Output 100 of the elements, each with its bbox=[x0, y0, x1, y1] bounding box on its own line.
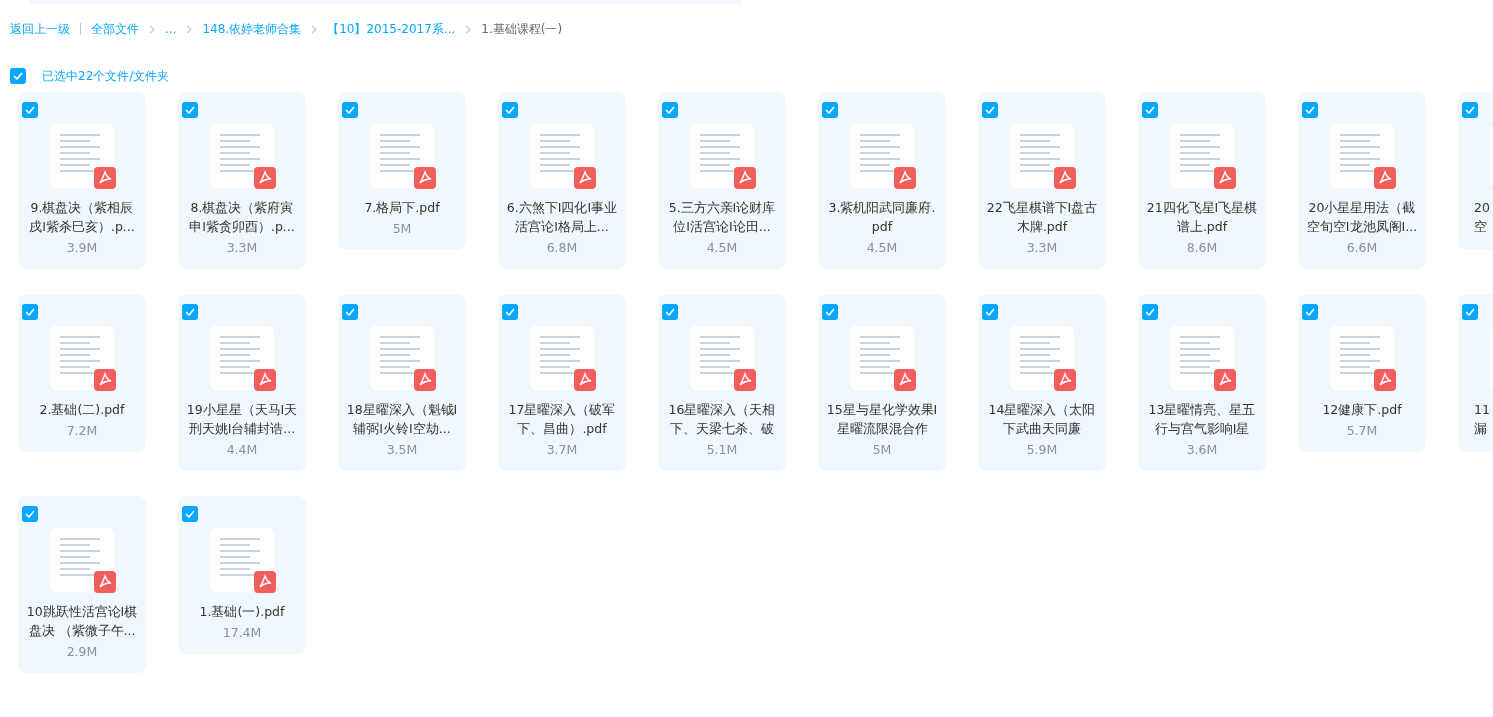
check-icon bbox=[1305, 308, 1315, 316]
file-card[interactable]: 8.棋盘决（紫府寅 申I紫贪卯酉）.p... 3.3M bbox=[178, 92, 306, 269]
check-icon bbox=[345, 308, 355, 316]
file-card[interactable]: 7.格局下.pdf 5M bbox=[338, 92, 466, 250]
checkbox[interactable] bbox=[1142, 102, 1158, 118]
checkbox[interactable] bbox=[822, 304, 838, 320]
file-card[interactable]: 19小星星（天马I天 刑天姚I台辅封诰... 4.4M bbox=[178, 294, 306, 471]
checkbox[interactable] bbox=[1302, 304, 1318, 320]
file-name: 19小星星（天马I天 刑天姚I台辅封诰... bbox=[186, 401, 298, 438]
checkbox[interactable] bbox=[182, 102, 198, 118]
file-card[interactable]: 11 漏 bbox=[1458, 294, 1493, 452]
check-icon bbox=[1305, 106, 1315, 114]
checkbox[interactable] bbox=[502, 304, 518, 320]
file-name: 18星曜深入（魁钺I 辅弼I火铃I空劫... bbox=[346, 401, 458, 438]
file-card[interactable]: 16星曜深入（天相 下、天梁七杀、破 5.1M bbox=[658, 294, 786, 471]
file-card[interactable]: 10跳跃性活宫论I棋 盘决 （紫微子午... 2.9M bbox=[18, 496, 146, 673]
file-size: 5M bbox=[392, 221, 412, 236]
file-size: 2.9M bbox=[66, 644, 98, 659]
breadcrumb-link[interactable]: 1.基础课程(一) bbox=[481, 20, 563, 38]
document-thumbnail bbox=[210, 528, 274, 592]
document-thumbnail bbox=[1330, 124, 1394, 188]
document-thumbnail bbox=[1330, 326, 1394, 390]
pdf-icon bbox=[894, 369, 916, 391]
document-thumbnail bbox=[690, 124, 754, 188]
file-name: 2.基础(二).pdf bbox=[39, 401, 125, 419]
check-icon bbox=[665, 106, 675, 114]
checkbox[interactable] bbox=[1462, 102, 1478, 118]
file-card[interactable]: 5.三方六亲I论财库 位I活宫论I论田... 4.5M bbox=[658, 92, 786, 269]
file-size: 5.9M bbox=[1026, 442, 1058, 457]
file-card[interactable]: 14星曜深入（太阳 下武曲天同廉 5.9M bbox=[978, 294, 1106, 471]
file-name: 6.六煞下I四化I事业 活宫论I格局上... bbox=[506, 199, 618, 236]
file-card[interactable]: 9.棋盘决（紫相辰 戌I紫杀巳亥）.p... 3.9M bbox=[18, 92, 146, 269]
selection-count: 已选中22个文件/文件夹 bbox=[42, 67, 170, 85]
document-thumbnail bbox=[1170, 326, 1234, 390]
file-size: 6.6M bbox=[1346, 240, 1378, 255]
check-icon bbox=[1145, 106, 1155, 114]
document-thumbnail bbox=[1170, 124, 1234, 188]
checkbox[interactable] bbox=[662, 102, 678, 118]
checkbox[interactable] bbox=[342, 102, 358, 118]
check-icon bbox=[825, 308, 835, 316]
checkbox[interactable] bbox=[662, 304, 678, 320]
file-size: 6.8M bbox=[546, 240, 578, 255]
checkbox[interactable] bbox=[1142, 304, 1158, 320]
check-icon bbox=[825, 106, 835, 114]
pdf-icon bbox=[894, 167, 916, 189]
file-card[interactable]: 13星曜情亮、星五 行与宫气影响I星 3.6M bbox=[1138, 294, 1266, 471]
checkbox[interactable] bbox=[502, 102, 518, 118]
pdf-icon bbox=[1374, 167, 1396, 189]
pdf-icon bbox=[1214, 167, 1236, 189]
file-card[interactable]: 1.基础(一).pdf 17.4M bbox=[178, 496, 306, 654]
chevron-icon bbox=[186, 24, 193, 34]
checkbox[interactable] bbox=[982, 102, 998, 118]
file-card[interactable]: 3.紫机阳武同廉府. pdf 4.5M bbox=[818, 92, 946, 269]
document-thumbnail bbox=[850, 124, 914, 188]
check-icon bbox=[1145, 308, 1155, 316]
file-name: 5.三方六亲I论财库 位I活宫论I论田... bbox=[668, 199, 776, 236]
file-name: 16星曜深入（天相 下、天梁七杀、破 bbox=[668, 401, 776, 438]
checkbox[interactable] bbox=[182, 304, 198, 320]
checkbox[interactable] bbox=[822, 102, 838, 118]
checkbox[interactable] bbox=[1462, 304, 1478, 320]
file-card[interactable]: 22飞星棋谱下I盘古 木牌.pdf 3.3M bbox=[978, 92, 1106, 269]
document-thumbnail bbox=[50, 528, 114, 592]
pdf-icon bbox=[734, 369, 756, 391]
file-size: 3.9M bbox=[66, 240, 98, 255]
checkbox[interactable] bbox=[182, 506, 198, 522]
checkbox[interactable] bbox=[22, 304, 38, 320]
document-thumbnail bbox=[50, 326, 114, 390]
file-card[interactable]: 18星曜深入（魁钺I 辅弼I火铃I空劫... 3.5M bbox=[338, 294, 466, 471]
pdf-icon bbox=[1054, 369, 1076, 391]
file-card[interactable]: 20小星星用法（截 空旬空I龙池凤阁I... 6.6M bbox=[1298, 92, 1426, 269]
file-card[interactable]: 12健康下.pdf 5.7M bbox=[1298, 294, 1426, 452]
pdf-icon bbox=[94, 167, 116, 189]
file-card[interactable]: 15星与星化学效果I 星曜流限混合作 5M bbox=[818, 294, 946, 471]
document-thumbnail bbox=[210, 326, 274, 390]
checkbox[interactable] bbox=[22, 102, 38, 118]
document-thumbnail bbox=[370, 124, 434, 188]
check-icon bbox=[25, 510, 35, 518]
document-thumbnail bbox=[1010, 326, 1074, 390]
file-size: 5.7M bbox=[1346, 423, 1378, 438]
checkbox[interactable] bbox=[342, 304, 358, 320]
document-thumbnail bbox=[850, 326, 914, 390]
checkbox[interactable] bbox=[10, 68, 26, 84]
file-card[interactable]: 20 空 bbox=[1458, 92, 1493, 250]
check-icon bbox=[25, 106, 35, 114]
file-name: 17星曜深入（破军 下、昌曲）.pdf bbox=[508, 401, 616, 438]
file-name: 21四化飞星I飞星棋 谱上.pdf bbox=[1146, 199, 1258, 236]
document-thumbnail bbox=[530, 124, 594, 188]
file-card[interactable]: 21四化飞星I飞星棋 谱上.pdf 8.6M bbox=[1138, 92, 1266, 269]
pdf-icon bbox=[1214, 369, 1236, 391]
file-card[interactable]: 2.基础(二).pdf 7.2M bbox=[18, 294, 146, 452]
file-card[interactable]: 6.六煞下I四化I事业 活宫论I格局上... 6.8M bbox=[498, 92, 626, 269]
pdf-icon bbox=[254, 369, 276, 391]
checkbox[interactable] bbox=[22, 506, 38, 522]
checkbox[interactable] bbox=[982, 304, 998, 320]
file-size: 4.5M bbox=[866, 240, 898, 255]
file-size: 5.1M bbox=[706, 442, 738, 457]
pdf-icon bbox=[414, 369, 436, 391]
file-size: 3.6M bbox=[1186, 442, 1218, 457]
checkbox[interactable] bbox=[1302, 102, 1318, 118]
file-card[interactable]: 17星曜深入（破军 下、昌曲）.pdf 3.7M bbox=[498, 294, 626, 471]
